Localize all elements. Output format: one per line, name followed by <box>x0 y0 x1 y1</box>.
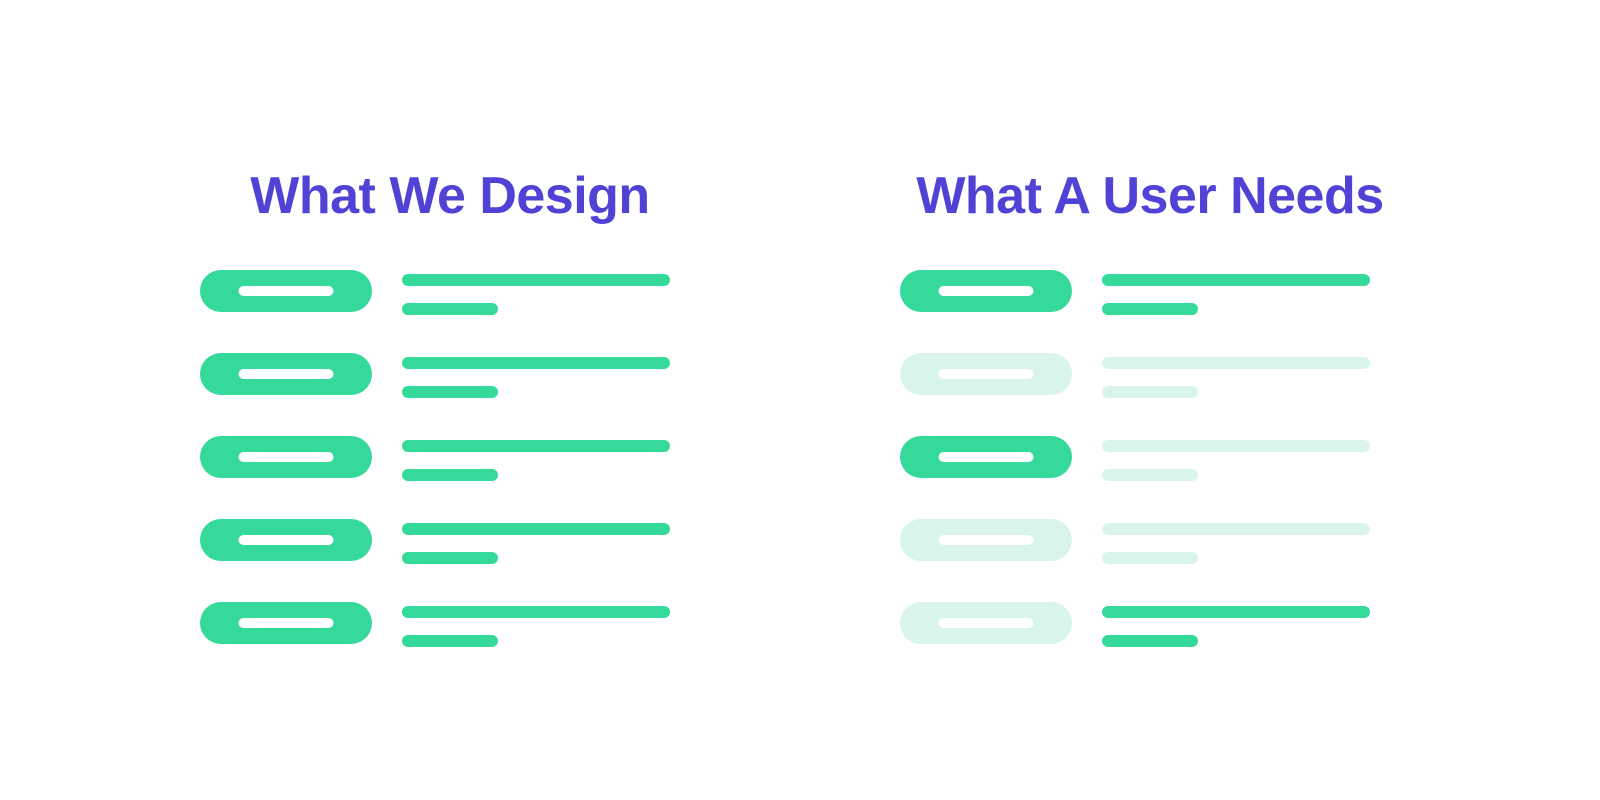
text-line-primary <box>402 440 670 452</box>
text-line-secondary <box>1102 386 1198 398</box>
column-heading-what-a-user-needs: What A User Needs <box>916 167 1384 226</box>
text-line-primary <box>402 606 670 618</box>
list-item[interactable] <box>900 519 1370 564</box>
pill-button-placeholder[interactable] <box>900 436 1072 478</box>
text-line-primary <box>402 274 670 286</box>
pill-button-placeholder[interactable] <box>200 602 372 644</box>
text-line-group <box>1102 270 1370 315</box>
pill-label-placeholder <box>238 618 334 628</box>
text-line-primary <box>1102 606 1370 618</box>
pill-button-placeholder[interactable] <box>900 353 1072 395</box>
pill-label-placeholder <box>938 535 1034 545</box>
text-line-primary <box>402 357 670 369</box>
list-item[interactable] <box>200 602 670 647</box>
text-line-group <box>1102 436 1370 481</box>
column-what-we-design: What We Design <box>130 0 830 800</box>
row-list-what-we-design <box>200 270 670 647</box>
pill-button-placeholder[interactable] <box>200 270 372 312</box>
list-item[interactable] <box>200 436 670 481</box>
text-line-secondary <box>402 303 498 315</box>
text-line-secondary <box>1102 303 1198 315</box>
text-line-secondary <box>1102 469 1198 481</box>
text-line-group <box>402 436 670 481</box>
list-item[interactable] <box>900 270 1370 315</box>
pill-label-placeholder <box>938 452 1034 462</box>
comparison-illustration: What We Design What A User Needs <box>0 0 1600 800</box>
text-line-group <box>402 602 670 647</box>
column-heading-what-we-design: What We Design <box>250 167 650 226</box>
column-what-a-user-needs: What A User Needs <box>830 0 1530 800</box>
pill-label-placeholder <box>938 618 1034 628</box>
text-line-secondary <box>402 552 498 564</box>
pill-label-placeholder <box>238 369 334 379</box>
text-line-group <box>402 270 670 315</box>
pill-button-placeholder[interactable] <box>200 436 372 478</box>
list-item[interactable] <box>200 353 670 398</box>
list-item[interactable] <box>200 519 670 564</box>
pill-button-placeholder[interactable] <box>200 353 372 395</box>
pill-label-placeholder <box>238 286 334 296</box>
row-list-what-a-user-needs <box>900 270 1370 647</box>
list-item[interactable] <box>900 436 1370 481</box>
pill-button-placeholder[interactable] <box>200 519 372 561</box>
pill-label-placeholder <box>938 286 1034 296</box>
text-line-primary <box>1102 440 1370 452</box>
list-item[interactable] <box>200 270 670 315</box>
pill-label-placeholder <box>238 452 334 462</box>
pill-button-placeholder[interactable] <box>900 270 1072 312</box>
text-line-primary <box>1102 274 1370 286</box>
text-line-secondary <box>1102 552 1198 564</box>
text-line-group <box>1102 602 1370 647</box>
text-line-secondary <box>402 469 498 481</box>
text-line-group <box>402 353 670 398</box>
text-line-group <box>402 519 670 564</box>
text-line-secondary <box>402 635 498 647</box>
pill-label-placeholder <box>238 535 334 545</box>
pill-button-placeholder[interactable] <box>900 519 1072 561</box>
text-line-secondary <box>1102 635 1198 647</box>
pill-button-placeholder[interactable] <box>900 602 1072 644</box>
text-line-primary <box>402 523 670 535</box>
text-line-secondary <box>402 386 498 398</box>
list-item[interactable] <box>900 602 1370 647</box>
text-line-primary <box>1102 523 1370 535</box>
list-item[interactable] <box>900 353 1370 398</box>
text-line-primary <box>1102 357 1370 369</box>
text-line-group <box>1102 519 1370 564</box>
text-line-group <box>1102 353 1370 398</box>
pill-label-placeholder <box>938 369 1034 379</box>
